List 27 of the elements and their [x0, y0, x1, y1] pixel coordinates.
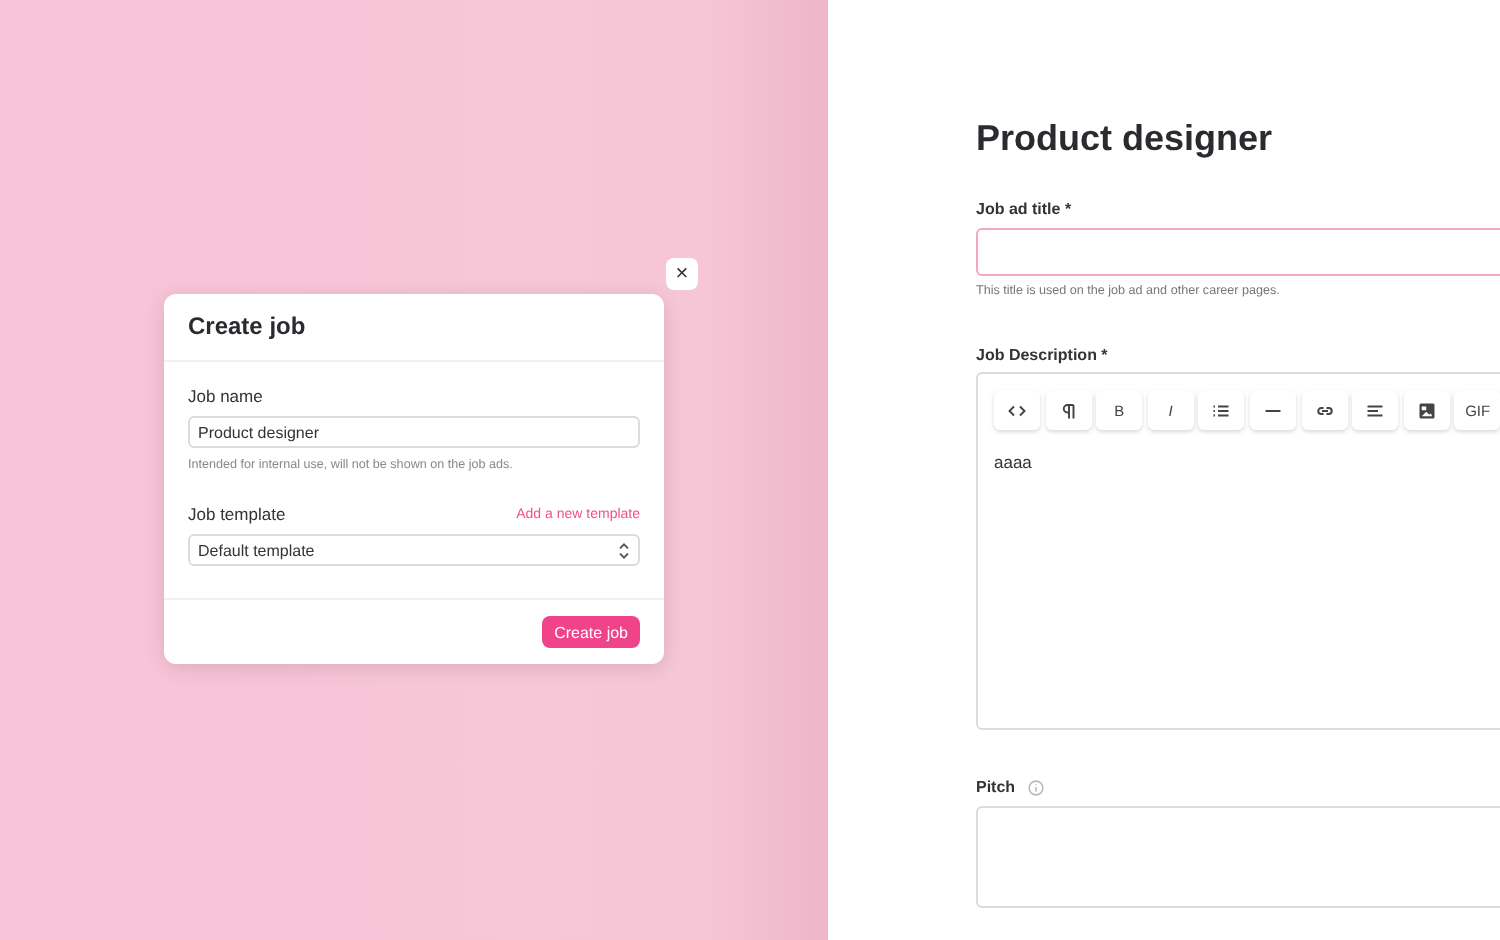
page-title: Product designer	[976, 118, 1275, 160]
code-icon	[1008, 401, 1026, 419]
editor-text: aaaa	[994, 452, 1034, 472]
align-left-icon	[1366, 401, 1385, 419]
template-select[interactable]: Default template	[188, 534, 640, 566]
toolbar-button[interactable]	[1352, 390, 1399, 430]
job-name-field[interactable]: Product designer	[188, 416, 640, 448]
dialog-title: Create job	[164, 294, 664, 362]
paragraph-icon	[1059, 401, 1078, 419]
list-icon	[1212, 401, 1231, 419]
toolbar-button[interactable]	[1301, 390, 1348, 430]
field-label: Pitch	[976, 778, 1016, 796]
chevron-updown-icon	[618, 541, 630, 559]
field-label: Job name	[188, 386, 265, 406]
toolbar-button[interactable]	[1403, 390, 1450, 430]
toolbar-button[interactable]	[1045, 390, 1092, 430]
field-label: Job template	[188, 504, 286, 524]
link-icon	[1315, 401, 1334, 419]
job-ad-title-field[interactable]	[976, 228, 1500, 276]
close-button[interactable]: ×	[666, 258, 698, 290]
toolbar-button[interactable]	[1198, 390, 1245, 430]
info-icon	[1027, 779, 1044, 795]
field-label: Job ad title *	[976, 200, 1074, 218]
field-label: Job Description *	[976, 346, 1110, 364]
image-icon	[1417, 401, 1436, 419]
pitch-field[interactable]	[976, 806, 1500, 908]
create-job-button[interactable]: Create job	[542, 616, 640, 648]
